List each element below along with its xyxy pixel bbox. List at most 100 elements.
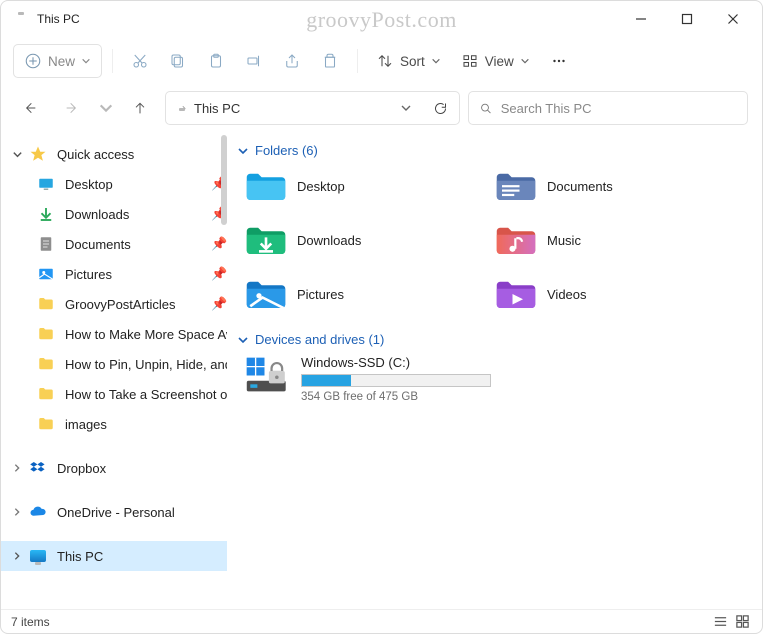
pin-icon: 📌 bbox=[211, 266, 227, 282]
tiles-view-button[interactable] bbox=[732, 613, 752, 631]
folder-label: Downloads bbox=[297, 233, 361, 248]
group-header-label: Folders (6) bbox=[255, 143, 318, 158]
group-header-drives[interactable]: Devices and drives (1) bbox=[237, 332, 762, 347]
sort-button[interactable]: Sort bbox=[368, 44, 449, 78]
app-icon bbox=[13, 12, 29, 26]
this-pc-icon bbox=[29, 547, 47, 565]
separator bbox=[357, 49, 358, 73]
tree-label: images bbox=[65, 417, 227, 432]
nav-up-button[interactable] bbox=[123, 91, 157, 125]
downloads-folder-icon bbox=[245, 222, 287, 258]
folder-icon bbox=[37, 295, 55, 313]
sidebar-item-downloads[interactable]: Downloads 📌 bbox=[1, 199, 227, 229]
navigation-row: › This PC bbox=[1, 85, 762, 131]
address-bar[interactable]: › This PC bbox=[165, 91, 460, 125]
details-view-button[interactable] bbox=[710, 613, 730, 631]
search-icon bbox=[479, 101, 493, 116]
sidebar-item-images[interactable]: images bbox=[1, 409, 227, 439]
tree-label: How to Make More Space Av bbox=[65, 327, 227, 342]
content-pane: Folders (6) Desktop Documents bbox=[227, 131, 762, 609]
minimize-button[interactable] bbox=[618, 4, 664, 34]
sidebar-item-desktop[interactable]: Desktop 📌 bbox=[1, 169, 227, 199]
refresh-button[interactable] bbox=[427, 95, 453, 121]
sidebar-item-how-to-screenshot[interactable]: How to Take a Screenshot on bbox=[1, 379, 227, 409]
group-header-folders[interactable]: Folders (6) bbox=[237, 143, 762, 158]
folder-icon bbox=[37, 385, 55, 403]
rename-button[interactable] bbox=[237, 44, 271, 78]
chevron-down-icon bbox=[237, 334, 249, 346]
tree-label: Desktop bbox=[65, 177, 207, 192]
new-button[interactable]: New bbox=[13, 44, 102, 78]
folder-label: Documents bbox=[547, 179, 613, 194]
pictures-icon bbox=[37, 265, 55, 283]
sidebar-item-dropbox[interactable]: Dropbox bbox=[1, 453, 227, 483]
folder-icon bbox=[37, 355, 55, 373]
sidebar-item-groovypostarticles[interactable]: GroovyPostArticles 📌 bbox=[1, 289, 227, 319]
folder-label: Videos bbox=[547, 287, 587, 302]
command-bar: New Sort View bbox=[1, 37, 762, 85]
pin-icon: 📌 bbox=[211, 236, 227, 252]
folder-item-music[interactable]: Music bbox=[495, 220, 745, 260]
tree-label: GroovyPostArticles bbox=[65, 297, 207, 312]
chevron-right-icon[interactable] bbox=[9, 548, 25, 564]
view-button-label: View bbox=[485, 54, 514, 69]
tree-label: Documents bbox=[65, 237, 207, 252]
sort-button-label: Sort bbox=[400, 54, 425, 69]
status-item-count: 7 items bbox=[11, 615, 50, 629]
folder-label: Music bbox=[547, 233, 581, 248]
sidebar-item-onedrive[interactable]: OneDrive - Personal bbox=[1, 497, 227, 527]
tree-label: This PC bbox=[57, 549, 227, 564]
sidebar-item-pictures[interactable]: Pictures 📌 bbox=[1, 259, 227, 289]
sidebar-item-documents[interactable]: Documents 📌 bbox=[1, 229, 227, 259]
chevron-right-icon[interactable] bbox=[9, 504, 25, 520]
sidebar-item-quick-access[interactable]: Quick access bbox=[1, 139, 227, 169]
tree-label: OneDrive - Personal bbox=[57, 505, 227, 520]
chevron-right-icon[interactable] bbox=[9, 460, 25, 476]
music-folder-icon bbox=[495, 222, 537, 258]
folder-item-desktop[interactable]: Desktop bbox=[245, 166, 495, 206]
cut-button[interactable] bbox=[123, 44, 157, 78]
videos-folder-icon bbox=[495, 276, 537, 312]
delete-button[interactable] bbox=[313, 44, 347, 78]
address-dropdown-button[interactable] bbox=[393, 95, 419, 121]
nav-forward-button[interactable] bbox=[55, 91, 89, 125]
watermark-text: groovyPost.com bbox=[306, 7, 457, 33]
more-button[interactable] bbox=[542, 44, 576, 78]
separator bbox=[112, 49, 113, 73]
drive-item-windows-ssd[interactable]: Windows-SSD (C:) 354 GB free of 475 GB bbox=[245, 355, 762, 403]
paste-button[interactable] bbox=[199, 44, 233, 78]
close-button[interactable] bbox=[710, 4, 756, 34]
nav-recent-button[interactable] bbox=[97, 91, 115, 125]
pictures-folder-icon bbox=[245, 276, 287, 312]
onedrive-icon bbox=[29, 503, 47, 521]
sidebar-item-this-pc[interactable]: This PC bbox=[1, 541, 227, 571]
folder-label: Desktop bbox=[297, 179, 345, 194]
desktop-icon bbox=[37, 175, 55, 193]
view-button[interactable]: View bbox=[453, 44, 538, 78]
sidebar-scrollbar-thumb[interactable] bbox=[221, 135, 227, 225]
drive-label: Windows-SSD (C:) bbox=[301, 355, 491, 370]
share-button[interactable] bbox=[275, 44, 309, 78]
search-input[interactable] bbox=[501, 101, 737, 116]
new-button-label: New bbox=[48, 54, 75, 69]
chevron-down-icon[interactable] bbox=[9, 146, 25, 162]
folder-item-downloads[interactable]: Downloads bbox=[245, 220, 495, 260]
copy-button[interactable] bbox=[161, 44, 195, 78]
sidebar-item-how-to-pin[interactable]: How to Pin, Unpin, Hide, and bbox=[1, 349, 227, 379]
window-title: This PC bbox=[37, 12, 80, 26]
group-header-label: Devices and drives (1) bbox=[255, 332, 384, 347]
tree-label: How to Take a Screenshot on bbox=[65, 387, 227, 402]
navigation-pane: Quick access Desktop 📌 Downloads 📌 Docum… bbox=[1, 131, 227, 609]
drive-icon bbox=[245, 355, 291, 395]
tree-label: Downloads bbox=[65, 207, 207, 222]
sidebar-item-how-to-make-space[interactable]: How to Make More Space Av bbox=[1, 319, 227, 349]
desktop-folder-icon bbox=[245, 168, 287, 204]
folder-item-pictures[interactable]: Pictures bbox=[245, 274, 495, 314]
tree-label: Pictures bbox=[65, 267, 207, 282]
star-icon bbox=[29, 145, 47, 163]
folder-item-videos[interactable]: Videos bbox=[495, 274, 745, 314]
maximize-button[interactable] bbox=[664, 4, 710, 34]
folder-item-documents[interactable]: Documents bbox=[495, 166, 745, 206]
search-box[interactable] bbox=[468, 91, 748, 125]
nav-back-button[interactable] bbox=[13, 91, 47, 125]
